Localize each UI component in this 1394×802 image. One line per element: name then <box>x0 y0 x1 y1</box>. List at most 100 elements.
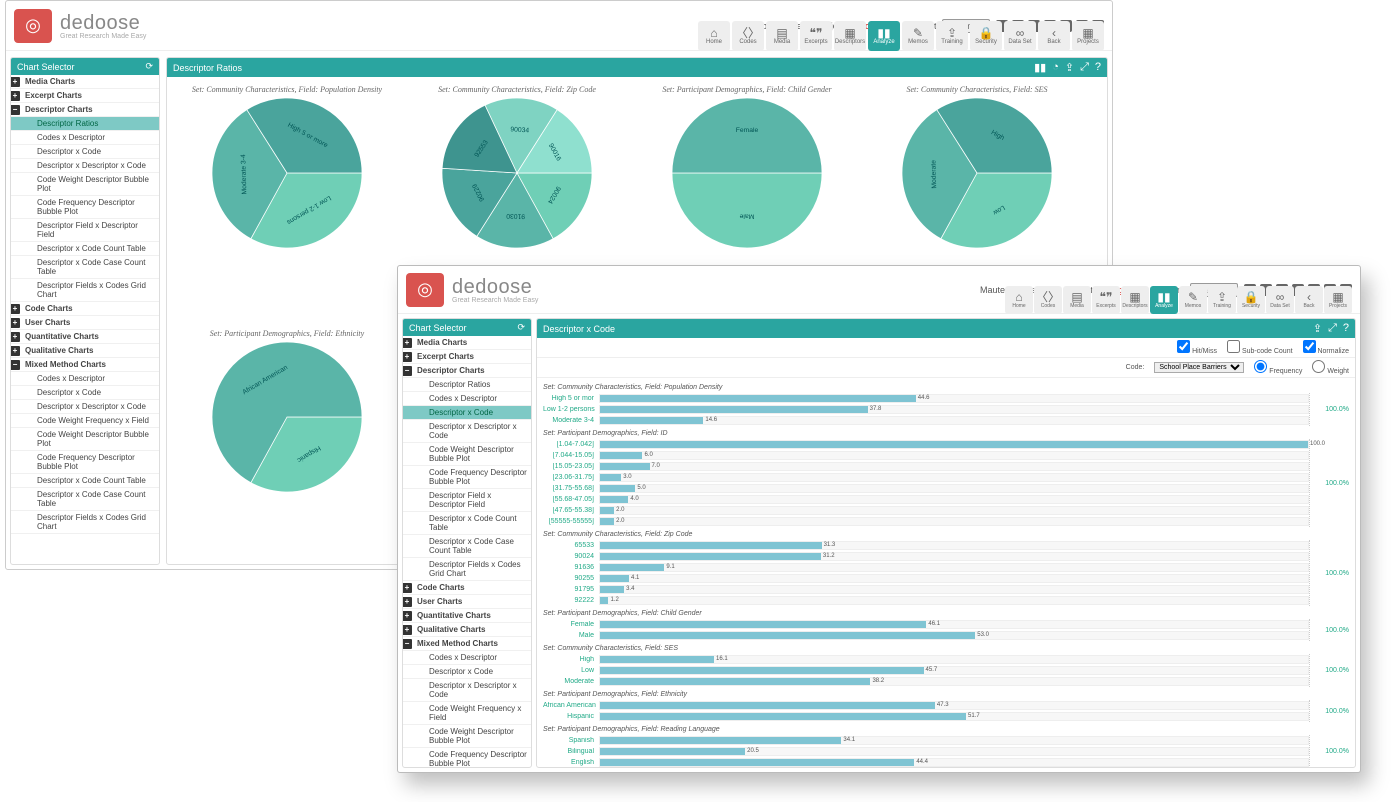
hitmiss-toggle[interactable]: Hit/Miss <box>1177 340 1217 355</box>
pie-chart[interactable]: Set: Community Characteristics, Field: P… <box>177 81 397 315</box>
sidebar-item[interactable]: Descriptor x Descriptor x Code <box>11 400 159 414</box>
nav-tab-analyze[interactable]: ▮▮Analyze <box>868 21 900 51</box>
sidebar-item[interactable]: Code Weight Descriptor Bubble Plot <box>11 173 159 196</box>
sidebar-item[interactable]: Descriptor x Descriptor x Code <box>403 420 531 443</box>
bar-row[interactable]: African American47.3 <box>543 700 1309 711</box>
bar-row[interactable]: [15.05-23.05]7.0 <box>543 461 1309 472</box>
sidebar-item[interactable]: Descriptor x Descriptor x Code <box>403 679 531 702</box>
help-icon[interactable]: ? <box>1343 322 1349 335</box>
bar-row[interactable]: English44.4 <box>543 757 1309 767</box>
sidebar-item[interactable]: Code Frequency Descriptor Bubble Plot <box>403 748 531 768</box>
nav-tab-data set[interactable]: ∞Data Set <box>1004 21 1036 51</box>
sidebar-item[interactable]: Code Weight Descriptor Bubble Plot <box>403 443 531 466</box>
sidebar-item[interactable]: Descriptor x Code <box>403 665 531 679</box>
sidebar-group[interactable]: Code Charts <box>11 302 159 316</box>
nav-tab-memos[interactable]: ✎Memos <box>902 21 934 51</box>
bar-row[interactable]: 6553331.3 <box>543 540 1309 551</box>
refresh-icon[interactable]: ⟳ <box>517 322 525 333</box>
sidebar-group[interactable]: Quantitative Charts <box>403 609 531 623</box>
bar-row[interactable]: Male53.0 <box>543 630 1309 641</box>
expand-icon[interactable]: ⤢ <box>1328 322 1337 335</box>
nav-tab-media[interactable]: ▤Media <box>766 21 798 51</box>
refresh-icon[interactable]: ⟳ <box>145 61 153 72</box>
bar-row[interactable]: Moderate38.2 <box>543 676 1309 687</box>
nav-tab-back[interactable]: ‹Back <box>1038 21 1070 51</box>
nav-tab-analyze[interactable]: ▮▮Analyze <box>1150 286 1178 314</box>
sidebar-item[interactable]: Codes x Descriptor <box>403 392 531 406</box>
bar-row[interactable]: 916369.1 <box>543 562 1309 573</box>
export-icon[interactable]: ⇪ <box>1065 61 1074 74</box>
sidebar-group[interactable]: Code Charts <box>403 581 531 595</box>
nav-tab-training[interactable]: ⇪Training <box>1208 286 1236 314</box>
sidebar-item[interactable]: Code Weight Frequency x Field <box>11 414 159 428</box>
sidebar-group[interactable]: User Charts <box>403 595 531 609</box>
nav-tab-security[interactable]: 🔒Security <box>1237 286 1265 314</box>
sidebar-item[interactable]: Descriptor x Code Count Table <box>11 242 159 256</box>
sidebar-item[interactable]: Descriptor Ratios <box>11 117 159 131</box>
frequency-radio[interactable]: Frequency <box>1254 360 1302 375</box>
bar-row[interactable]: 9002431.2 <box>543 551 1309 562</box>
sidebar-group[interactable]: Qualitative Charts <box>11 344 159 358</box>
pie-chart[interactable]: Set: Participant Demographics, Field: Et… <box>177 325 397 559</box>
sidebar-item[interactable]: Descriptor Fields x Codes Grid Chart <box>403 558 531 581</box>
code-select[interactable]: School Place Barriers <box>1154 362 1244 373</box>
bar-row[interactable]: 922221.2 <box>543 595 1309 606</box>
sidebar-item[interactable]: Code Weight Frequency x Field <box>403 702 531 725</box>
sidebar-item[interactable]: Descriptor x Code <box>11 145 159 159</box>
bar-row[interactable]: Low 1-2 persons per37.8 <box>543 404 1309 415</box>
nav-tab-training[interactable]: ⇪Training <box>936 21 968 51</box>
sidebar-item[interactable]: Codes x Descriptor <box>403 651 531 665</box>
nav-tab-excerpts[interactable]: ❝❞Excerpts <box>1092 286 1120 314</box>
bar-row[interactable]: [55555-55555]2.0 <box>543 516 1309 527</box>
sidebar-item[interactable]: Descriptor x Code <box>11 386 159 400</box>
sidebar-group[interactable]: Descriptor Charts <box>11 103 159 117</box>
nav-tab-projects[interactable]: ▦Projects <box>1324 286 1352 314</box>
bar-row[interactable]: Moderate 3-414.6 <box>543 415 1309 426</box>
nav-tab-home[interactable]: ⌂Home <box>698 21 730 51</box>
sidebar-item[interactable]: Descriptor x Code Count Table <box>11 474 159 488</box>
sidebar-group[interactable]: Mixed Method Charts <box>11 358 159 372</box>
expand-icon[interactable]: ⤢ <box>1080 61 1089 74</box>
sidebar-item[interactable]: Codes x Descriptor <box>11 131 159 145</box>
sidebar-group[interactable]: Mixed Method Charts <box>403 637 531 651</box>
nav-tab-codes[interactable]: 〈〉Codes <box>732 21 764 51</box>
sidebar-group[interactable]: Media Charts <box>403 336 531 350</box>
export-icon[interactable]: ⇪ <box>1313 322 1322 335</box>
nav-tab-projects[interactable]: ▦Projects <box>1072 21 1104 51</box>
bar-row[interactable]: Hispanic51.7 <box>543 711 1309 722</box>
pie-chart-icon[interactable]: ◔ <box>1052 61 1059 74</box>
bar-row[interactable]: Spanish34.1 <box>543 735 1309 746</box>
sidebar-item[interactable]: Descriptor x Code <box>403 406 531 420</box>
nav-tab-excerpts[interactable]: ❝❞Excerpts <box>800 21 832 51</box>
sidebar-group[interactable]: Excerpt Charts <box>11 89 159 103</box>
nav-tab-memos[interactable]: ✎Memos <box>1179 286 1207 314</box>
bar-row[interactable]: 917953.4 <box>543 584 1309 595</box>
nav-tab-data set[interactable]: ∞Data Set <box>1266 286 1294 314</box>
sidebar-item[interactable]: Code Frequency Descriptor Bubble Plot <box>11 451 159 474</box>
subcode-toggle[interactable]: Sub-code Count <box>1227 340 1293 355</box>
bar-row[interactable]: 902554.1 <box>543 573 1309 584</box>
bar-row[interactable]: [55.68-47.05]4.0 <box>543 494 1309 505</box>
sidebar-item[interactable]: Code Weight Descriptor Bubble Plot <box>11 428 159 451</box>
sidebar-group[interactable]: Excerpt Charts <box>403 350 531 364</box>
bar-row[interactable]: [47.65-55.38]2.0 <box>543 505 1309 516</box>
sidebar-item[interactable]: Code Frequency Descriptor Bubble Plot <box>11 196 159 219</box>
bar-row[interactable]: Bilingual20.5 <box>543 746 1309 757</box>
weight-radio[interactable]: Weight <box>1312 360 1349 375</box>
sidebar-item[interactable]: Descriptor x Descriptor x Code <box>11 159 159 173</box>
sidebar-item[interactable]: Descriptor Ratios <box>403 378 531 392</box>
bar-row[interactable]: [23.06-31.75]3.0 <box>543 472 1309 483</box>
sidebar-item[interactable]: Descriptor x Code Case Count Table <box>11 488 159 511</box>
nav-tab-descriptors[interactable]: ▦Descriptors <box>1121 286 1149 314</box>
nav-tab-back[interactable]: ‹Back <box>1295 286 1323 314</box>
nav-tab-descriptors[interactable]: ▦Descriptors <box>834 21 866 51</box>
sidebar-group[interactable]: User Charts <box>11 316 159 330</box>
sidebar-item[interactable]: Descriptor Fields x Codes Grid Chart <box>11 279 159 302</box>
sidebar-item[interactable]: Descriptor x Code Case Count Table <box>403 535 531 558</box>
help-icon[interactable]: ? <box>1095 61 1101 74</box>
sidebar-item[interactable]: Descriptor x Code Case Count Table <box>11 256 159 279</box>
sidebar-item[interactable]: Descriptor Field x Descriptor Field <box>11 219 159 242</box>
bar-row[interactable]: [7.044-15.05]6.0 <box>543 450 1309 461</box>
nav-tab-media[interactable]: ▤Media <box>1063 286 1091 314</box>
bar-row[interactable]: Low45.7 <box>543 665 1309 676</box>
